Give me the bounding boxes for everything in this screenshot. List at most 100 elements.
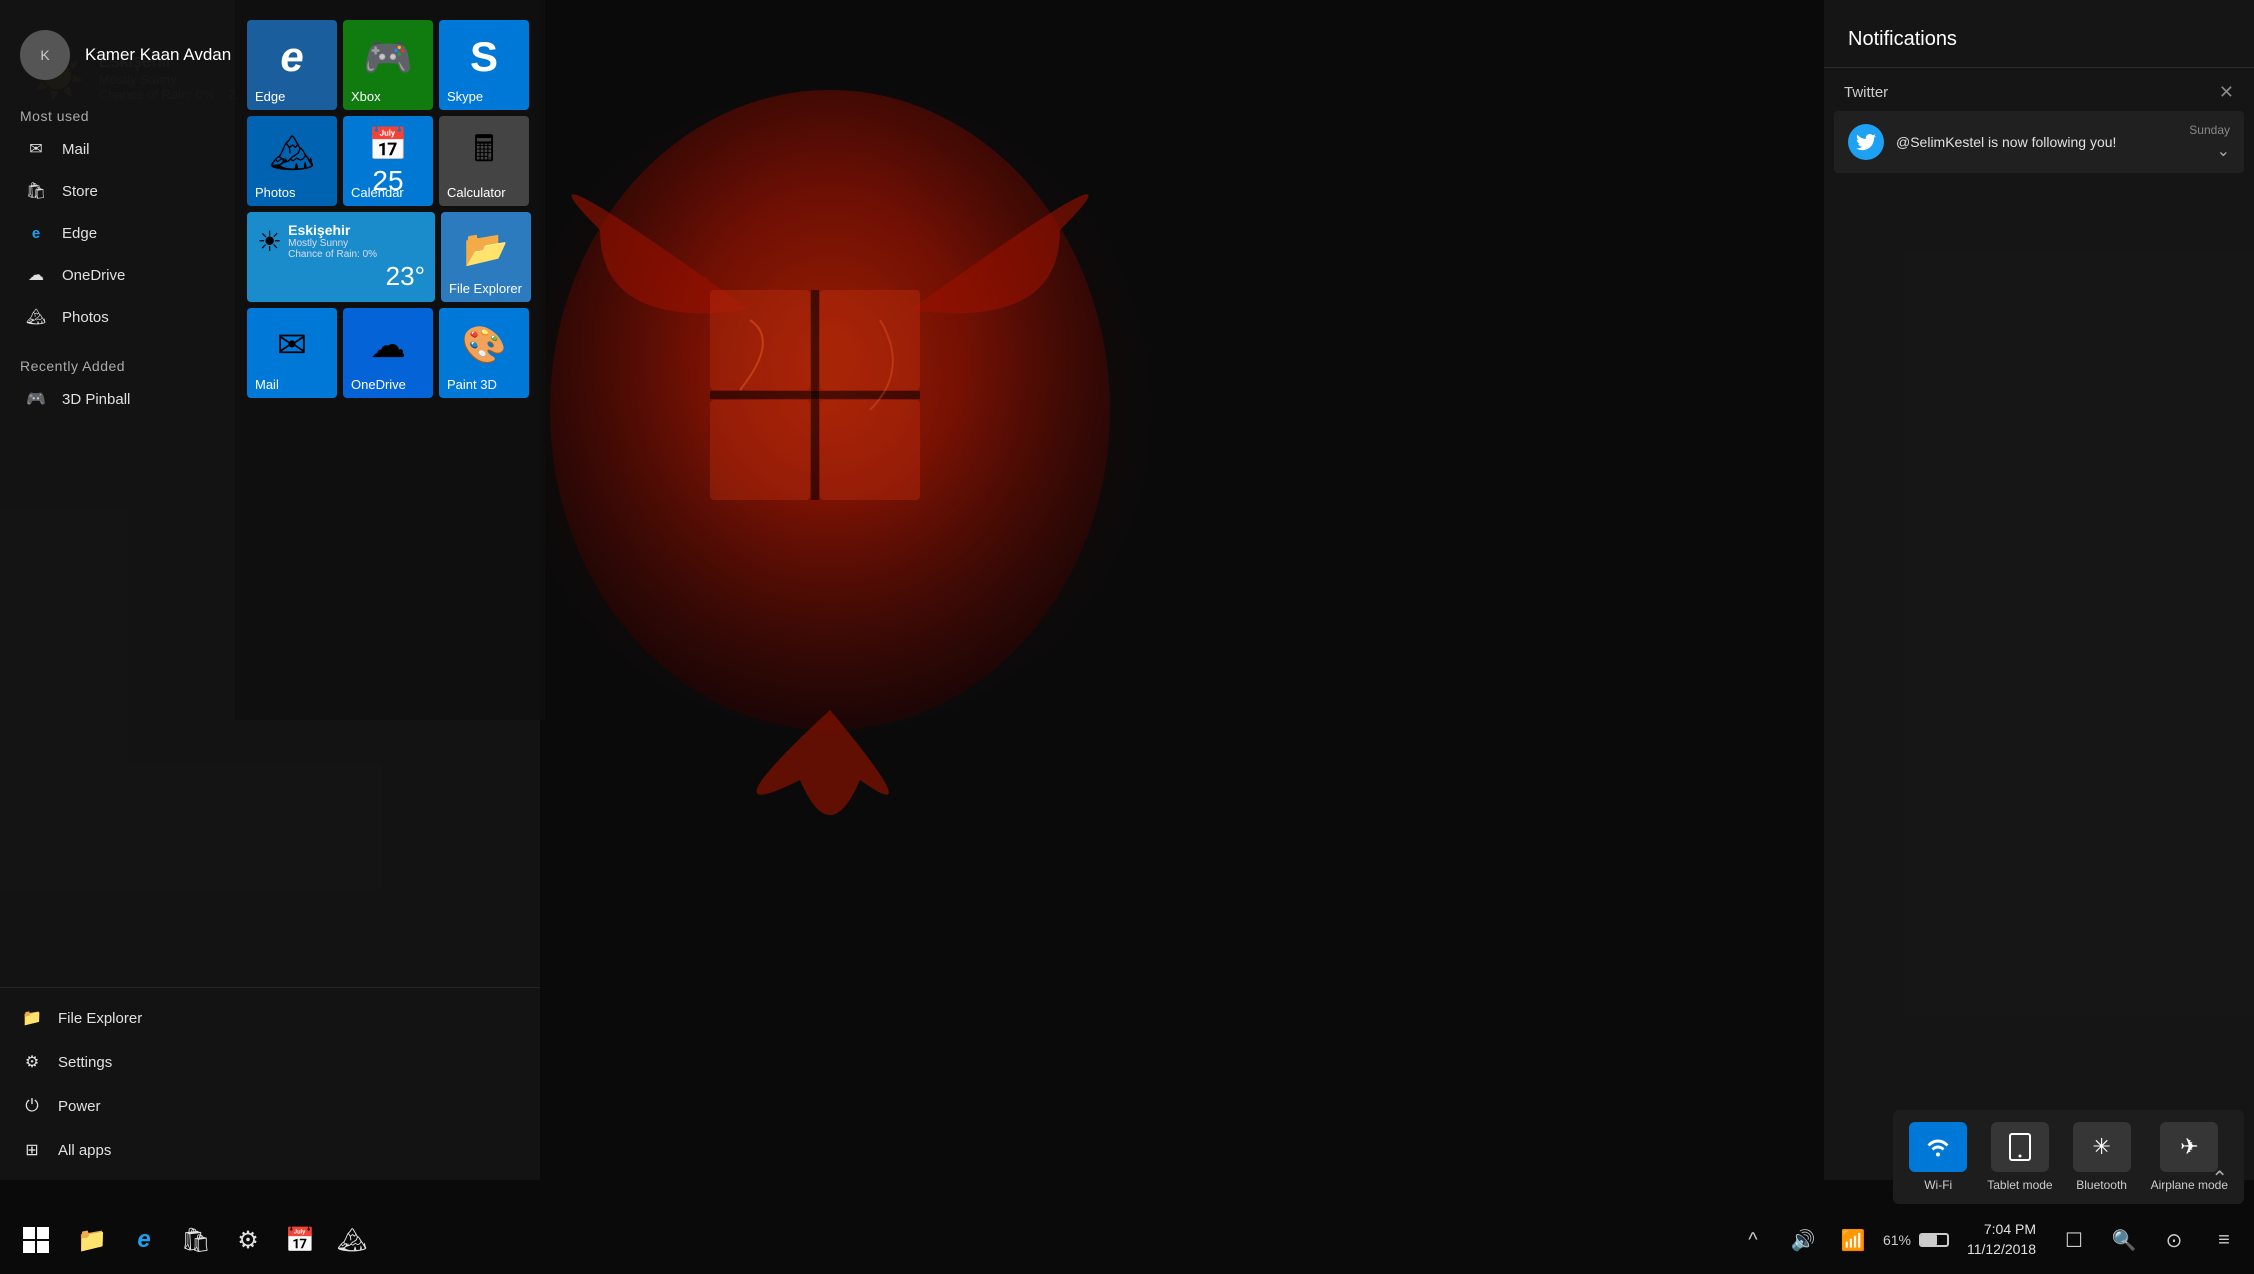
- notifications-panel: Notifications Twitter ✕ @SelimKestel is …: [1824, 0, 2254, 1180]
- taskbar-file-explorer-icon: 📁: [77, 1226, 107, 1255]
- tile-calculator-label: Calculator: [447, 185, 506, 200]
- onedrive-icon: ☁: [24, 263, 48, 287]
- file-explorer-nav-icon: 📁: [20, 1006, 44, 1030]
- notifications-title: Notifications: [1848, 28, 1957, 50]
- 3dpinball-label: 3D Pinball: [62, 391, 130, 408]
- tile-weather-rain: Chance of Rain: 0%: [288, 249, 377, 260]
- taskbar-action-center[interactable]: ≡: [2204, 1220, 2244, 1260]
- notification-time-twitter: Sunday ⌄: [2189, 123, 2230, 161]
- tile-onedrive-label: OneDrive: [351, 377, 406, 392]
- tile-weather-temp: 23°: [257, 261, 425, 292]
- tile-paint3d-label: Paint 3D: [447, 377, 497, 392]
- taskbar-search[interactable]: 🔍: [2104, 1220, 2144, 1260]
- cortana-icon: ⊙: [2166, 1228, 2183, 1253]
- notification-item-twitter[interactable]: @SelimKestel is now following you! Sunda…: [1834, 111, 2244, 173]
- taskbar-photos-icon: 🏔: [337, 1226, 367, 1255]
- battery-bar: [1919, 1233, 1949, 1247]
- tile-mail-label: Mail: [255, 377, 279, 392]
- tile-edge-label: Edge: [255, 89, 285, 104]
- tile-calculator[interactable]: 🖩 Calculator: [439, 116, 529, 206]
- edge-icon: e: [24, 221, 48, 245]
- wifi-icon: 📶: [1840, 1228, 1865, 1253]
- tile-weather-city: Eskişehir: [288, 222, 377, 238]
- notifications-header: Notifications: [1824, 0, 2254, 68]
- tiles-row-2: 🏔 Photos 📅 25 Calendar 🖩 Calculator: [247, 116, 533, 206]
- collapse-chevron-icon: ⌃: [2211, 1166, 2228, 1191]
- taskbar-date: 11/12/2018: [1967, 1240, 2036, 1260]
- tile-file-explorer[interactable]: 📂 File Explorer: [441, 212, 531, 302]
- tiles-panel: e Edge 🎮 Xbox S Skype 🏔 Photos 📅 25 Cale…: [235, 0, 545, 720]
- tiles-row-3: ☀ Eskişehir Mostly Sunny Chance of Rain:…: [247, 212, 533, 302]
- taskbar-calendar-icon: 📅: [285, 1226, 315, 1255]
- collapse-button[interactable]: ⌃: [1814, 1162, 2244, 1194]
- taskbar-time: 7:04 PM: [1967, 1220, 2036, 1240]
- taskbar-app-calendar[interactable]: 📅: [274, 1214, 326, 1266]
- power-nav-label: Power: [58, 1098, 101, 1115]
- tile-file-explorer-label: File Explorer: [449, 281, 522, 296]
- taskbar-clock[interactable]: 7:04 PM 11/12/2018: [1959, 1220, 2044, 1259]
- taskbar-app-edge[interactable]: e: [118, 1214, 170, 1266]
- tile-weather[interactable]: ☀ Eskişehir Mostly Sunny Chance of Rain:…: [247, 212, 435, 302]
- action-center-icon: ≡: [2218, 1229, 2230, 1252]
- bottom-nav-all-apps[interactable]: ⊞ All apps: [0, 1128, 540, 1172]
- power-nav-icon: ⏻: [20, 1094, 44, 1118]
- taskbar-settings-icon: ⚙: [237, 1226, 259, 1255]
- user-name: Kamer Kaan Avdan: [85, 45, 231, 65]
- taskbar-edge-icon: e: [137, 1226, 150, 1254]
- notification-close-twitter[interactable]: ✕: [2219, 82, 2234, 103]
- taskbar-app-file-explorer[interactable]: 📁: [66, 1214, 118, 1266]
- taskbar-app-photos[interactable]: 🏔: [326, 1214, 378, 1266]
- taskbar-right: ^ 🔊 📶 61% 7:04 PM 11/12/2018 ☐ 🔍 ⊙ ≡: [1733, 1220, 2244, 1260]
- onedrive-label: OneDrive: [62, 267, 125, 284]
- tile-paint3d[interactable]: 🎨 Paint 3D: [439, 308, 529, 398]
- photos-icon: 🏔: [24, 305, 48, 329]
- tile-photos-label: Photos: [255, 185, 295, 200]
- volume-icon: 🔊: [1790, 1228, 1815, 1253]
- chevron-up-icon: ^: [1748, 1229, 1757, 1252]
- tiles-row-4: ✉ Mail ☁ OneDrive 🎨 Paint 3D: [247, 308, 533, 398]
- taskbar: 📁 e 🛍 ⚙ 📅 🏔 ^ 🔊 📶 61% 7:04 PM: [0, 1206, 2254, 1274]
- battery-fill: [1921, 1235, 1937, 1245]
- settings-nav-icon: ⚙: [20, 1050, 44, 1074]
- notification-app-header-twitter: Twitter ✕: [1824, 68, 2254, 111]
- task-view-icon: ☐: [2065, 1228, 2083, 1253]
- tile-calendar-label: Calendar: [351, 185, 404, 200]
- taskbar-cortana[interactable]: ⊙: [2154, 1220, 2194, 1260]
- avatar[interactable]: K: [20, 30, 70, 80]
- tiles-row-1: e Edge 🎮 Xbox S Skype: [247, 20, 533, 110]
- 3dpinball-icon: 🎮: [24, 387, 48, 411]
- taskbar-volume[interactable]: 🔊: [1783, 1220, 1823, 1260]
- taskbar-app-store[interactable]: 🛍: [170, 1214, 222, 1266]
- tile-mail[interactable]: ✉ Mail: [247, 308, 337, 398]
- bottom-nav-settings[interactable]: ⚙ Settings: [0, 1040, 540, 1084]
- taskbar-task-view[interactable]: ☐: [2054, 1220, 2094, 1260]
- taskbar-wifi[interactable]: 📶: [1833, 1220, 1873, 1260]
- search-icon: 🔍: [2112, 1228, 2137, 1253]
- taskbar-store-icon: 🛍: [181, 1226, 211, 1255]
- mail-icon: ✉: [24, 137, 48, 161]
- edge-label: Edge: [62, 225, 97, 242]
- tile-edge[interactable]: e Edge: [247, 20, 337, 110]
- taskbar-chevron[interactable]: ^: [1733, 1220, 1773, 1260]
- tile-onedrive[interactable]: ☁ OneDrive: [343, 308, 433, 398]
- tile-calendar[interactable]: 📅 25 Calendar: [343, 116, 433, 206]
- taskbar-app-settings[interactable]: ⚙: [222, 1214, 274, 1266]
- battery-indicator: 61%: [1883, 1232, 1949, 1248]
- bottom-nav: 📁 File Explorer ⚙ Settings ⏻ Power ⊞ All…: [0, 987, 540, 1180]
- notification-text-twitter: @SelimKestel is now following you!: [1896, 134, 2177, 150]
- twitter-icon: [1848, 124, 1884, 160]
- store-label: Store: [62, 183, 98, 200]
- all-apps-nav-label: All apps: [58, 1142, 111, 1159]
- settings-nav-label: Settings: [58, 1054, 112, 1071]
- tile-skype-label: Skype: [447, 89, 483, 104]
- tile-xbox[interactable]: 🎮 Xbox: [343, 20, 433, 110]
- start-button[interactable]: [10, 1214, 62, 1266]
- file-explorer-nav-label: File Explorer: [58, 1010, 142, 1027]
- tile-photos[interactable]: 🏔 Photos: [247, 116, 337, 206]
- bottom-nav-power[interactable]: ⏻ Power: [0, 1084, 540, 1128]
- battery-pct: 61%: [1883, 1232, 1911, 1248]
- all-apps-nav-icon: ⊞: [20, 1138, 44, 1162]
- store-icon: 🛍: [24, 179, 48, 203]
- tile-skype[interactable]: S Skype: [439, 20, 529, 110]
- bottom-nav-file-explorer[interactable]: 📁 File Explorer: [0, 996, 540, 1040]
